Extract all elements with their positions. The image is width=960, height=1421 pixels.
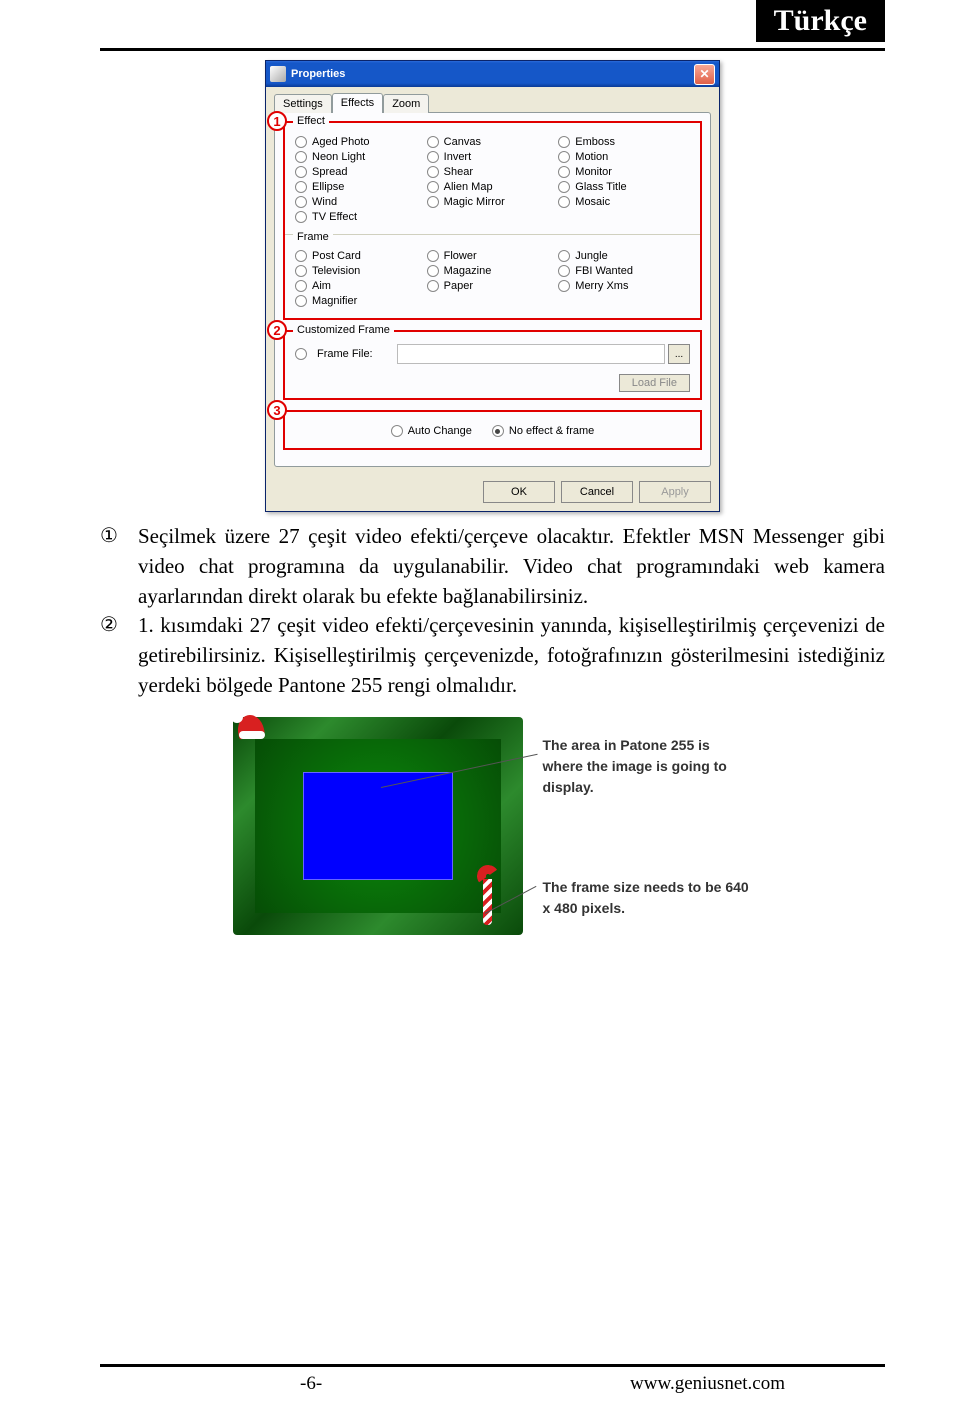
radio-ellipse[interactable] — [295, 181, 307, 193]
radio-magic-mirror[interactable] — [427, 196, 439, 208]
tab-strip: Settings Effects Zoom — [274, 93, 711, 112]
dialog-buttons: OK Cancel Apply — [266, 475, 719, 511]
radio-shear[interactable] — [427, 166, 439, 178]
santa-hat-icon — [233, 715, 273, 759]
radio-post-card[interactable] — [295, 250, 307, 262]
language-label: Türkçe — [756, 0, 885, 42]
window-icon — [270, 66, 286, 82]
bullet-one: ① — [100, 522, 138, 611]
properties-window: Properties ✕ Settings Effects Zoom 1 Eff… — [265, 60, 720, 512]
close-icon: ✕ — [699, 67, 709, 81]
frame-file-label: Frame File: — [317, 348, 397, 360]
header-rule — [100, 48, 885, 51]
frame-inner — [255, 739, 501, 913]
radio-canvas[interactable] — [427, 136, 439, 148]
radio-wind[interactable] — [295, 196, 307, 208]
tab-effects[interactable]: Effects — [332, 93, 383, 113]
frame-legend: Frame — [293, 231, 333, 243]
radio-alien-map[interactable] — [427, 181, 439, 193]
paragraph-two: 1. kısımdaki 27 çeşit video efekti/çerçe… — [138, 611, 885, 700]
window-titlebar: Properties ✕ — [266, 61, 719, 87]
callout-size: The frame size needs to be 640 x 480 pix… — [543, 877, 753, 919]
radio-emboss[interactable] — [558, 136, 570, 148]
window-title: Properties — [291, 68, 694, 80]
frame-figure: The area in Patone 255 is where the imag… — [100, 717, 885, 977]
pantone-255-area — [303, 772, 453, 880]
effect-options: Aged Photo Neon Light Spread Ellipse Win… — [295, 133, 690, 226]
radio-neon-light[interactable] — [295, 151, 307, 163]
marker-three: 3 — [267, 400, 287, 420]
footer-rule — [100, 1364, 885, 1367]
radio-frame-file[interactable] — [295, 348, 307, 360]
radio-jungle[interactable] — [558, 250, 570, 262]
radio-monitor[interactable] — [558, 166, 570, 178]
close-button[interactable]: ✕ — [694, 64, 715, 85]
page-footer: -6- www.geniusnet.com — [100, 1364, 885, 1395]
radio-aim[interactable] — [295, 280, 307, 292]
radio-no-effect[interactable] — [492, 425, 504, 437]
effect-legend: Effect — [293, 115, 329, 127]
page-number: -6- — [300, 1373, 322, 1395]
radio-paper[interactable] — [427, 280, 439, 292]
candy-cane-icon — [477, 865, 495, 925]
radio-flower[interactable] — [427, 250, 439, 262]
tab-panel: 1 Effect Aged Photo Neon Light Spread El… — [274, 112, 711, 467]
radio-invert[interactable] — [427, 151, 439, 163]
tab-settings[interactable]: Settings — [274, 94, 332, 113]
radio-magnifier[interactable] — [295, 295, 307, 307]
frame-file-input[interactable] — [397, 344, 665, 364]
tab-zoom[interactable]: Zoom — [383, 94, 429, 113]
radio-motion[interactable] — [558, 151, 570, 163]
radio-tv-effect[interactable] — [295, 211, 307, 223]
marker-one: 1 — [267, 111, 287, 131]
customized-frame-group: 2 Customized Frame Frame File: ... Load … — [283, 330, 702, 400]
radio-mosaic[interactable] — [558, 196, 570, 208]
radio-aged-photo[interactable] — [295, 136, 307, 148]
radio-auto-change[interactable] — [391, 425, 403, 437]
load-file-button[interactable]: Load File — [619, 374, 690, 392]
radio-spread[interactable] — [295, 166, 307, 178]
marker-two: 2 — [267, 320, 287, 340]
paragraph-one: Seçilmek üzere 27 çeşit video efekti/çer… — [138, 522, 885, 611]
customized-legend: Customized Frame — [293, 324, 394, 336]
radio-magazine[interactable] — [427, 265, 439, 277]
apply-button[interactable]: Apply — [639, 481, 711, 503]
effect-frame-group: 1 Effect Aged Photo Neon Light Spread El… — [283, 121, 702, 320]
christmas-frame — [233, 717, 523, 935]
page-header: Türkçe — [100, 0, 885, 56]
bottom-group: 3 Auto Change No effect & frame — [283, 410, 702, 450]
radio-glass-title[interactable] — [558, 181, 570, 193]
radio-fbi-wanted[interactable] — [558, 265, 570, 277]
browse-button[interactable]: ... — [668, 344, 690, 364]
bullet-two: ② — [100, 611, 138, 700]
body-text: ① Seçilmek üzere 27 çeşit video efekti/ç… — [100, 522, 885, 701]
radio-merry-xms[interactable] — [558, 280, 570, 292]
ok-button[interactable]: OK — [483, 481, 555, 503]
radio-television[interactable] — [295, 265, 307, 277]
cancel-button[interactable]: Cancel — [561, 481, 633, 503]
frame-options: Post Card Television Aim Magnifier Flowe… — [295, 247, 690, 310]
footer-url: www.geniusnet.com — [630, 1373, 785, 1395]
callout-area: The area in Patone 255 is where the imag… — [543, 735, 753, 798]
